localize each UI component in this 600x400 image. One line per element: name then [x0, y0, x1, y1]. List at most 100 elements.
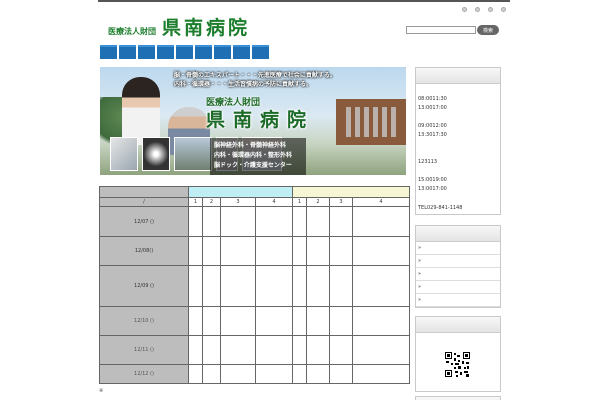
schedule-corner-label: /: [99, 197, 189, 207]
schedule-slot: [352, 265, 410, 307]
banner-hospital-name: 県南病院: [206, 109, 315, 131]
schedule-slot: [292, 364, 307, 384]
am-col-4: 4: [255, 197, 293, 207]
schedule-slot: [188, 236, 203, 266]
schedule-slot: [292, 265, 307, 307]
schedule-slot: [306, 364, 330, 384]
schedule-slot: [202, 265, 221, 307]
pm-header: [292, 186, 410, 198]
utility-link-3[interactable]: [488, 7, 493, 12]
sidebar-link[interactable]: »: [416, 281, 500, 294]
nav-item-1[interactable]: [100, 45, 117, 59]
schedule-slot: [292, 306, 307, 336]
logo-corp-text: 医療法人財団: [108, 27, 156, 36]
utility-link-1[interactable]: [462, 7, 467, 12]
utility-link-2[interactable]: [475, 7, 480, 12]
table-row: 12/11 (): [99, 335, 410, 365]
site-logo[interactable]: 医療法人財団 県南病院: [108, 16, 250, 40]
nav-item-3[interactable]: [138, 45, 155, 59]
schedule-subheader-row: / 1 2 3 4 1 2 3 4: [99, 197, 410, 207]
schedule-slot: [255, 306, 293, 336]
schedule-date: 12/09 (): [99, 265, 189, 307]
schedule-slot: [220, 236, 256, 266]
pm-col-1: 1: [292, 197, 307, 207]
schedule-date: 12/10 (): [99, 306, 189, 336]
schedule-slot: [306, 265, 330, 307]
banner-photo-mri: [110, 137, 138, 171]
sidebar-bottom-box: [415, 396, 501, 400]
hours-row: 15:0019:00: [418, 177, 447, 183]
nav-item-5[interactable]: [176, 45, 193, 59]
hours-row: 13:0017:00: [418, 105, 447, 111]
utility-links: [462, 7, 506, 12]
banner-photo-rehab: [174, 137, 212, 171]
schedule-slot: [306, 306, 330, 336]
pm-col-2: 2: [306, 197, 330, 207]
schedule-slot: [292, 335, 307, 365]
schedule-date: 12/12 (): [99, 364, 189, 384]
am-col-1: 1: [188, 197, 203, 207]
table-row: 12/08(): [99, 236, 410, 266]
schedule-table: / 1 2 3 4 1 2 3 4 12/07 () 12/08() 12/09…: [99, 186, 410, 384]
schedule-slot: [306, 206, 330, 237]
schedule-slot: [188, 265, 203, 307]
nav-item-8[interactable]: [233, 45, 250, 59]
banner-nurse-image: [122, 77, 160, 145]
pm-col-3: 3: [329, 197, 353, 207]
banner-tagline-2: 内科・循環器・・・生活習慣病の予防に貢献する。: [174, 81, 313, 88]
am-header: [188, 186, 293, 198]
pm-col-4: 4: [352, 197, 410, 207]
sidebar-qr-header: [416, 317, 500, 333]
banner-tagline-1: 脳・脊髄のエキスパート・・・先進医療で社会に貢献する。: [174, 72, 336, 79]
top-border: [98, 0, 510, 2]
schedule-slot: [329, 306, 353, 336]
sidebar-link[interactable]: »: [416, 255, 500, 268]
schedule-slot: [255, 364, 293, 384]
nav-item-4[interactable]: [157, 45, 174, 59]
sidebar-link[interactable]: »: [416, 268, 500, 281]
schedule-slot: [306, 335, 330, 365]
sidebar-link[interactable]: »: [416, 294, 500, 307]
schedule-date: 12/07 (): [99, 206, 189, 237]
sidebar-links-box: » » » » »: [415, 225, 501, 308]
schedule-footnote: ※: [99, 388, 104, 394]
global-nav: [100, 45, 269, 59]
schedule-date: 12/11 (): [99, 335, 189, 365]
schedule-slot: [329, 364, 353, 384]
banner-building-image: [336, 99, 406, 145]
schedule-slot: [352, 364, 410, 384]
hours-row: 08:0011:30: [418, 96, 447, 102]
schedule-slot: [306, 236, 330, 266]
schedule-slot: [202, 335, 221, 365]
hours-row: 13:0017:00: [418, 186, 447, 192]
nav-item-9[interactable]: [252, 45, 269, 59]
nav-item-6[interactable]: [195, 45, 212, 59]
table-row: 12/07 (): [99, 206, 410, 237]
sidebar-hours-box: 08:0011:30 13:0017:00 09:0012:00 13:3017…: [415, 67, 501, 215]
schedule-slot: [188, 335, 203, 365]
search-input[interactable]: [406, 26, 476, 34]
banner-dept-3: 脳ドック・介護支援センター: [214, 162, 292, 169]
schedule-slot: [292, 236, 307, 266]
phone-number[interactable]: TEL029-841-1148: [418, 205, 462, 211]
schedule-date: 12/08(): [99, 236, 189, 266]
nav-item-2[interactable]: [119, 45, 136, 59]
schedule-slot: [202, 306, 221, 336]
sidebar-link[interactable]: »: [416, 242, 500, 255]
schedule-slot: [220, 265, 256, 307]
utility-link-4[interactable]: [501, 7, 506, 12]
schedule-slot: [292, 206, 307, 237]
schedule-slot: [220, 364, 256, 384]
schedule-slot: [329, 265, 353, 307]
schedule-slot: [352, 206, 410, 237]
banner-dept-1: 脳神経外科・脊髄神経外科: [214, 142, 287, 149]
schedule-slot: [202, 364, 221, 384]
sidebar-hours-header: [416, 68, 500, 84]
hours-row: 123113: [418, 159, 438, 165]
nav-item-7[interactable]: [214, 45, 231, 59]
schedule-slot: [255, 236, 293, 266]
am-col-3: 3: [220, 197, 256, 207]
am-col-2: 2: [202, 197, 221, 207]
schedule-slot: [255, 335, 293, 365]
search-button[interactable]: 検索: [477, 25, 499, 35]
